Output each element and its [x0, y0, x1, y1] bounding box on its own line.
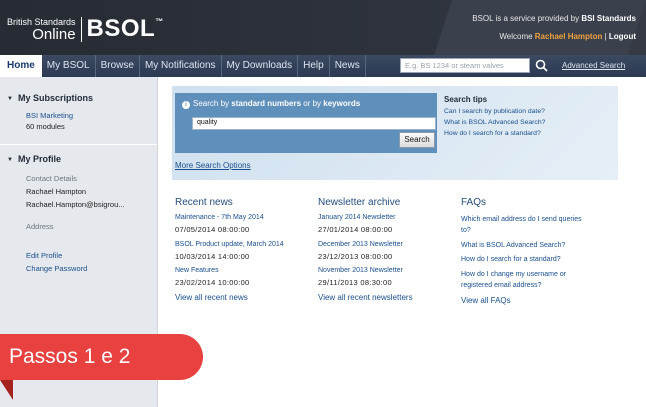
main-search-input[interactable]: quality: [192, 117, 436, 130]
newsletter-item-link[interactable]: November 2013 Newsletter: [318, 267, 403, 274]
faq-link[interactable]: to?: [461, 227, 471, 234]
faq-link[interactable]: How do I search for a standard?: [461, 256, 561, 263]
faq-link[interactable]: Which email address do I send queries: [461, 216, 582, 223]
main-nav: Home My BSOL Browse My Notifications My …: [0, 55, 646, 77]
address-label: Address: [26, 222, 54, 231]
faq-link[interactable]: registered email address?: [461, 282, 542, 289]
view-all-newsletters-link[interactable]: View all recent newsletters: [318, 293, 413, 302]
nav-home[interactable]: Home: [0, 55, 42, 77]
logo-small-text: British Standards: [7, 16, 76, 27]
welcome-bar: Welcome Rachael Hampton | Logout: [499, 32, 636, 41]
info-icon: i: [182, 101, 190, 109]
search-tips-title: Search tips: [444, 95, 488, 104]
view-all-faqs-link[interactable]: View all FAQs: [461, 296, 511, 305]
newsletter-item-date: 27/01/2014 08:00:00: [318, 225, 393, 234]
newsletter-archive-title: Newsletter archive: [318, 197, 401, 208]
logo-bsol-word: BSOL: [86, 15, 156, 42]
hint-standard-numbers: standard numbers: [231, 99, 302, 108]
newsletter-item-link[interactable]: December 2013 Newsletter: [318, 241, 403, 248]
service-prefix: BSOL is a service provided by: [472, 14, 582, 23]
search-hint: i Search by standard numbers or by keywor…: [182, 99, 360, 109]
faq-link[interactable]: How do I change my username or: [461, 271, 566, 278]
service-brand: BSI Standards: [581, 14, 636, 23]
subscription-modules: 60 modules: [26, 122, 65, 131]
nav-news[interactable]: News: [330, 55, 366, 77]
search-tip-link[interactable]: What is BSOL Advanced Search?: [444, 119, 545, 126]
nav-help[interactable]: Help: [298, 55, 330, 77]
view-all-news-link[interactable]: View all recent news: [175, 293, 248, 302]
contact-name: Rachael Hampton: [26, 187, 87, 196]
nav-my-notifications[interactable]: My Notifications: [140, 55, 222, 77]
newsletter-item-link[interactable]: January 2014 Newsletter: [318, 214, 395, 221]
logout-link[interactable]: Logout: [609, 32, 636, 41]
subscription-name-link[interactable]: BSI Marketing: [26, 111, 73, 120]
profile-title[interactable]: My Profile: [7, 154, 61, 164]
logo-tm: ™: [155, 17, 164, 26]
nav-my-downloads[interactable]: My Downloads: [222, 55, 299, 77]
search-button[interactable]: Search: [399, 132, 435, 148]
news-item-date: 23/02/2014 10:00:00: [175, 278, 250, 287]
steps-banner: Passos 1 e 2: [0, 334, 203, 380]
search-tip-link[interactable]: Can I search by publication date?: [444, 108, 545, 115]
user-name-link[interactable]: Rachael Hampton: [535, 32, 603, 41]
faqs-title: FAQs: [461, 197, 487, 208]
news-item-date: 07/05/2014 08:00:00: [175, 225, 250, 234]
site-header: British Standards Online BSOL™ BSOL is a…: [0, 0, 646, 55]
change-password-link[interactable]: Change Password: [26, 264, 87, 273]
logo-british-standards: British Standards Online: [7, 16, 82, 43]
service-provider-text: BSOL is a service provided by BSI Standa…: [472, 14, 636, 23]
search-icon[interactable]: [533, 57, 549, 74]
search-panel: i Search by standard numbers or by keywor…: [172, 86, 618, 180]
nav-my-bsol[interactable]: My BSOL: [42, 55, 96, 77]
sidebar-divider: [0, 144, 157, 145]
quick-search-input[interactable]: E.g. BS 1234 or steam valves: [400, 58, 530, 73]
logo-online-text: Online: [32, 25, 76, 43]
faq-link[interactable]: What is BSOL Advanced Search?: [461, 242, 565, 249]
contact-details-label: Contact Details: [26, 174, 77, 183]
hint-prefix: Search by: [193, 99, 232, 108]
newsletter-item-date: 29/11/2013 08:30:00: [318, 278, 392, 287]
contact-email: Rachael.Hampton@bsigrou...: [26, 200, 125, 209]
news-item-link[interactable]: Maintenance - 7th May 2014: [175, 214, 264, 221]
bsol-logo[interactable]: British Standards Online BSOL™: [7, 15, 164, 43]
newsletter-item-date: 23/12/2013 08:00:00: [318, 252, 393, 261]
search-tip-link[interactable]: How do I search for a standard?: [444, 130, 541, 137]
news-item-date: 10/03/2014 14:00:00: [175, 252, 250, 261]
hint-middle: or by: [301, 99, 324, 108]
welcome-prefix: Welcome: [499, 32, 535, 41]
hint-keywords: keywords: [323, 99, 361, 108]
recent-news-title: Recent news: [175, 197, 233, 208]
more-search-options-link[interactable]: More Search Options: [175, 161, 251, 170]
news-item-link[interactable]: New Features: [175, 267, 219, 274]
banner-fold: [0, 380, 13, 400]
search-icon-glyph: [535, 59, 548, 72]
search-box: i Search by standard numbers or by keywor…: [175, 93, 437, 153]
advanced-search-link[interactable]: Advanced Search: [562, 55, 625, 77]
nav-browse[interactable]: Browse: [96, 55, 140, 77]
edit-profile-link[interactable]: Edit Profile: [26, 251, 62, 260]
subscriptions-title[interactable]: My Subscriptions: [7, 93, 93, 103]
logo-bsol-text: BSOL™: [87, 15, 164, 43]
news-item-link[interactable]: BSOL Product update, March 2014: [175, 241, 284, 248]
